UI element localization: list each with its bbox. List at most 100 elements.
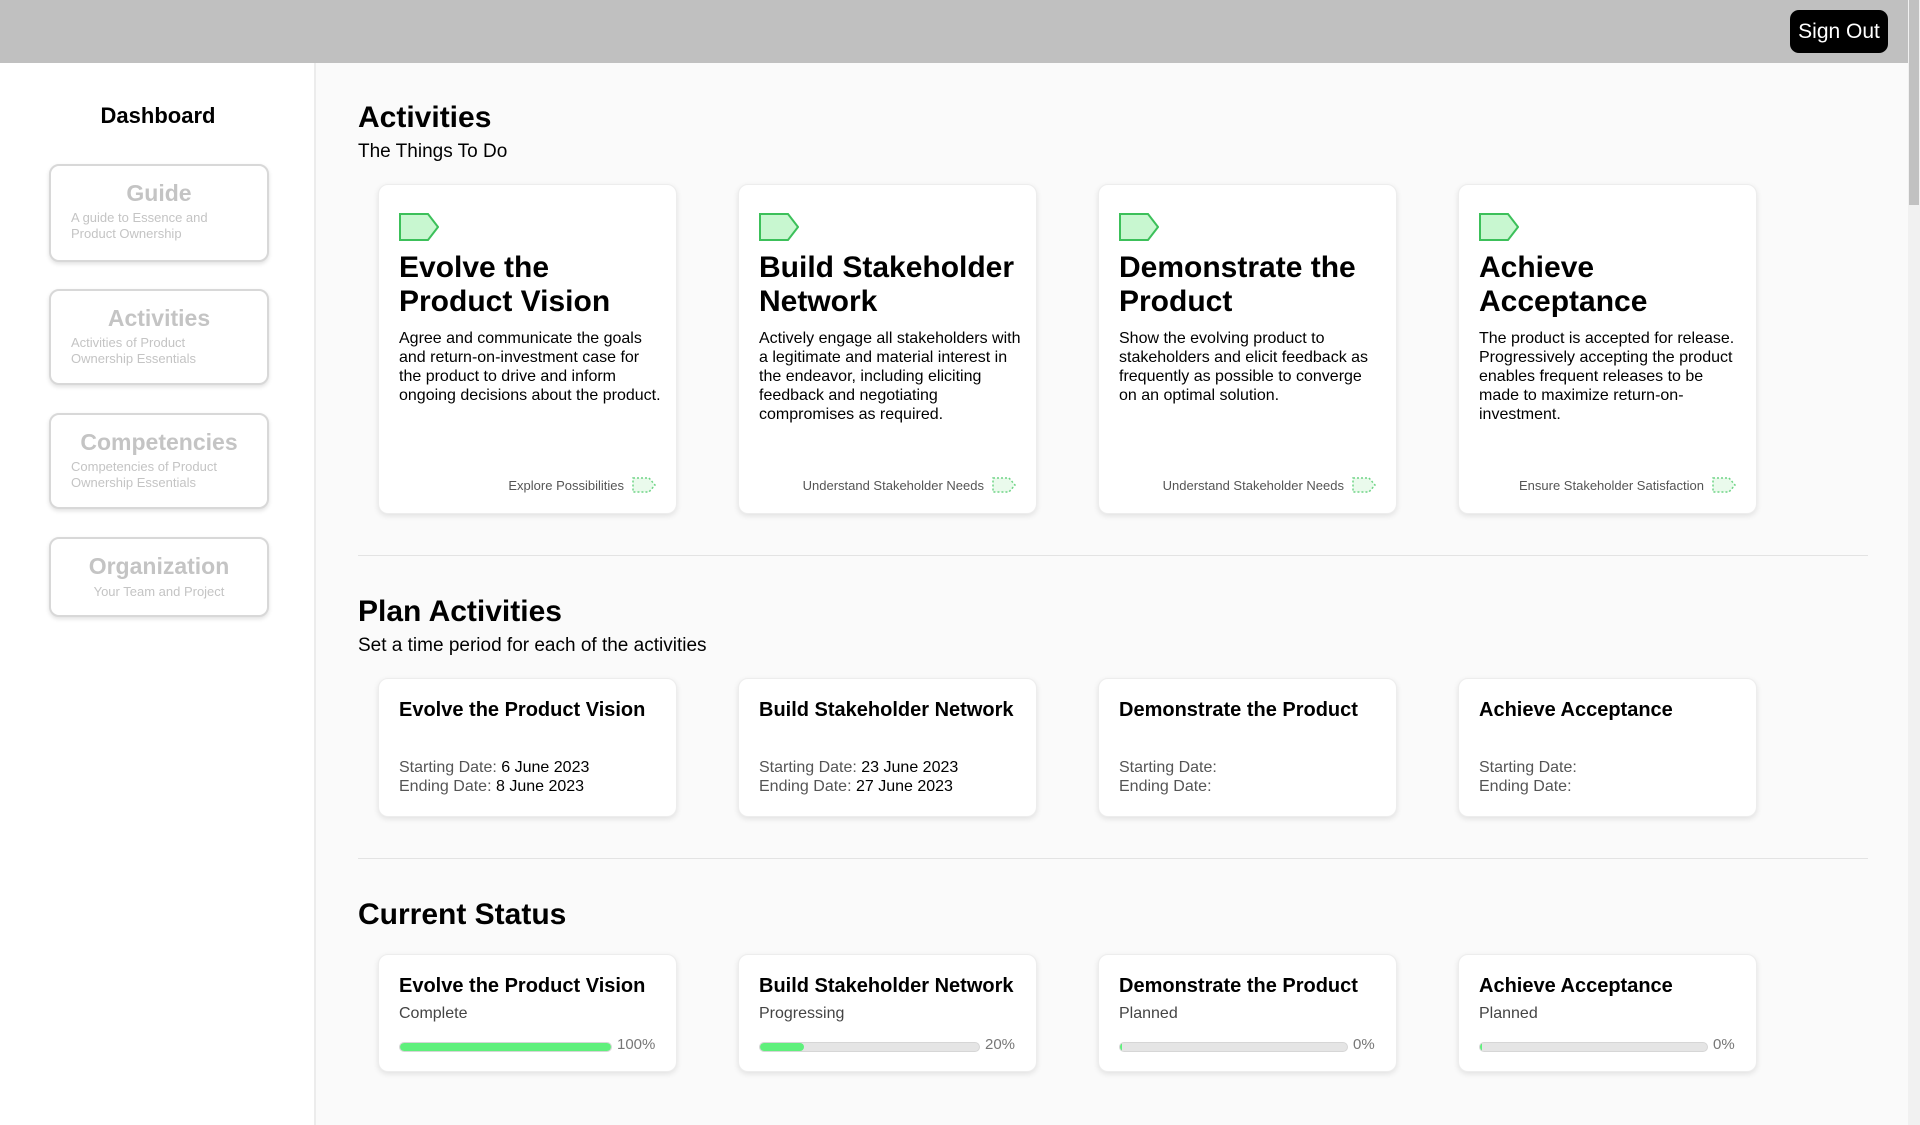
sidebar-item-label: Organization xyxy=(88,553,230,579)
start-date-value: 23 June 2023 xyxy=(861,759,959,776)
activity-description: Agree and communicate the goals and retu… xyxy=(399,330,661,404)
plan-subheading: Set a time period for each of the activi… xyxy=(358,635,707,656)
status-card[interactable]: Demonstrate the Product Planned 0% xyxy=(1098,954,1397,1072)
end-date-row: Ending Date: xyxy=(1479,778,1572,796)
status-card[interactable]: Evolve the Product Vision Complete 100% xyxy=(378,954,677,1072)
activity-title: Achieve Acceptance xyxy=(1479,251,1648,318)
status-card-title: Evolve the Product Vision xyxy=(399,975,646,997)
start-date-row: Starting Date: 23 June 2023 xyxy=(759,759,958,777)
section-divider xyxy=(358,858,1868,859)
activity-card[interactable]: Build Stakeholder Network Actively engag… xyxy=(738,184,1037,514)
end-date-row: Ending Date: 8 June 2023 xyxy=(399,778,584,796)
progress-percent: 0% xyxy=(1353,1036,1375,1053)
status-heading: Current Status xyxy=(358,898,567,931)
activity-title: Evolve the Product Vision xyxy=(399,251,611,318)
status-state: Complete xyxy=(399,1005,468,1022)
activity-footer-label: Explore Possibilities xyxy=(508,477,624,493)
activities-subheading: The Things To Do xyxy=(358,141,508,162)
activity-card[interactable]: Evolve the Product Vision Agree and comm… xyxy=(378,184,677,514)
start-date-value: 6 June 2023 xyxy=(501,759,590,776)
sidebar-item-competencies[interactable]: Competencies Competencies of Product Own… xyxy=(49,413,269,509)
small-tag-icon xyxy=(1352,477,1376,493)
activity-title: Demonstrate the Product xyxy=(1119,251,1356,318)
plan-card[interactable]: Build Stakeholder Network Starting Date:… xyxy=(738,678,1037,817)
small-tag-icon xyxy=(632,477,656,493)
small-tag-icon xyxy=(992,477,1016,493)
progress-fill xyxy=(760,1043,804,1051)
status-card[interactable]: Achieve Acceptance Planned 0% xyxy=(1458,954,1757,1072)
plan-card[interactable]: Achieve Acceptance Starting Date: Ending… xyxy=(1458,678,1757,817)
status-state: Progressing xyxy=(759,1005,845,1022)
end-date-label: Ending Date: xyxy=(1119,778,1212,795)
plan-card[interactable]: Evolve the Product Vision Starting Date:… xyxy=(378,678,677,817)
scrollbar-thumb[interactable] xyxy=(1909,0,1919,205)
activity-footer-label: Ensure Stakeholder Satisfaction xyxy=(1519,477,1704,493)
sidebar-item-organization[interactable]: Organization Your Team and Project xyxy=(49,537,269,617)
activity-description: Show the evolving product to stakeholder… xyxy=(1119,330,1369,404)
sidebar-item-activities[interactable]: Activities Activities of Product Ownersh… xyxy=(49,289,269,385)
sidebar-item-label: Activities xyxy=(107,305,211,331)
end-date-row: Ending Date: 27 June 2023 xyxy=(759,778,953,796)
status-state: Planned xyxy=(1479,1005,1538,1022)
activities-heading: Activities xyxy=(358,101,492,134)
start-date-label: Starting Date: xyxy=(399,759,497,776)
sidebar-title: Dashboard xyxy=(100,103,216,128)
tag-icon xyxy=(399,213,439,241)
plan-card-title: Achieve Acceptance xyxy=(1479,699,1673,721)
end-date-value: 8 June 2023 xyxy=(495,778,585,795)
activity-footer: Understand Stakeholder Needs xyxy=(803,477,1016,493)
end-date-label: Ending Date: xyxy=(399,778,492,795)
sidebar-item-guide[interactable]: Guide A guide to Essence and Product Own… xyxy=(49,164,269,262)
end-date-row: Ending Date: xyxy=(1119,778,1212,796)
plan-card-title: Evolve the Product Vision xyxy=(399,699,646,721)
plan-card-title: Demonstrate the Product xyxy=(1119,699,1358,721)
progress-percent: 100% xyxy=(617,1036,656,1053)
progress-bar xyxy=(759,1042,980,1052)
activity-title: Build Stakeholder Network xyxy=(759,251,1015,318)
end-date-value: 27 June 2023 xyxy=(855,778,953,795)
sidebar-item-desc: A guide to Essence and Product Ownership xyxy=(71,210,208,241)
status-card-title: Demonstrate the Product xyxy=(1119,975,1358,997)
status-card-title: Achieve Acceptance xyxy=(1479,975,1673,997)
progress-bar xyxy=(1479,1042,1708,1052)
sidebar-item-label: Guide xyxy=(126,180,192,206)
progress-bar xyxy=(399,1042,612,1052)
status-state: Planned xyxy=(1119,1005,1178,1022)
sidebar-item-label: Competencies xyxy=(80,429,238,455)
activity-description: The product is accepted for release. Pro… xyxy=(1479,330,1735,423)
sign-out-button[interactable]: Sign Out xyxy=(1790,10,1888,53)
status-card-title: Build Stakeholder Network xyxy=(759,975,1014,997)
activity-footer: Ensure Stakeholder Satisfaction xyxy=(1519,477,1736,493)
status-card[interactable]: Build Stakeholder Network Progressing 20… xyxy=(738,954,1037,1072)
activity-footer-label: Understand Stakeholder Needs xyxy=(802,477,984,493)
progress-fill xyxy=(400,1043,611,1051)
small-tag-icon xyxy=(1712,477,1736,493)
end-date-label: Ending Date: xyxy=(1479,778,1572,795)
tag-icon xyxy=(1479,213,1519,241)
activity-card[interactable]: Demonstrate the Product Show the evolvin… xyxy=(1098,184,1397,514)
progress-percent: 0% xyxy=(1713,1036,1735,1053)
top-bar xyxy=(0,0,1908,63)
activity-footer: Understand Stakeholder Needs xyxy=(1163,477,1376,493)
activity-card[interactable]: Achieve Acceptance The product is accept… xyxy=(1458,184,1757,514)
activity-footer-label: Understand Stakeholder Needs xyxy=(1162,477,1344,493)
plan-card[interactable]: Demonstrate the Product Starting Date: E… xyxy=(1098,678,1397,817)
activity-footer: Explore Possibilities xyxy=(508,477,656,493)
start-date-label: Starting Date: xyxy=(1479,759,1577,776)
plan-card-title: Build Stakeholder Network xyxy=(759,699,1014,721)
start-date-label: Starting Date: xyxy=(1119,759,1217,776)
tag-icon xyxy=(1119,213,1159,241)
plan-heading: Plan Activities xyxy=(358,595,562,628)
progress-bar xyxy=(1119,1042,1348,1052)
sidebar-item-desc: Competencies of Product Ownership Essent… xyxy=(71,459,217,490)
start-date-label: Starting Date: xyxy=(759,759,857,776)
start-date-row: Starting Date: 6 June 2023 xyxy=(399,759,589,777)
activity-description: Actively engage all stakeholders with a … xyxy=(759,330,1021,423)
sidebar: Dashboard Guide A guide to Essence and P… xyxy=(0,63,316,1125)
sidebar-item-desc: Your Team and Project xyxy=(93,584,225,599)
progress-percent: 20% xyxy=(985,1036,1016,1053)
start-date-row: Starting Date: xyxy=(1479,759,1577,777)
progress-fill xyxy=(1120,1043,1122,1051)
section-divider xyxy=(358,555,1868,556)
tag-icon xyxy=(759,213,799,241)
